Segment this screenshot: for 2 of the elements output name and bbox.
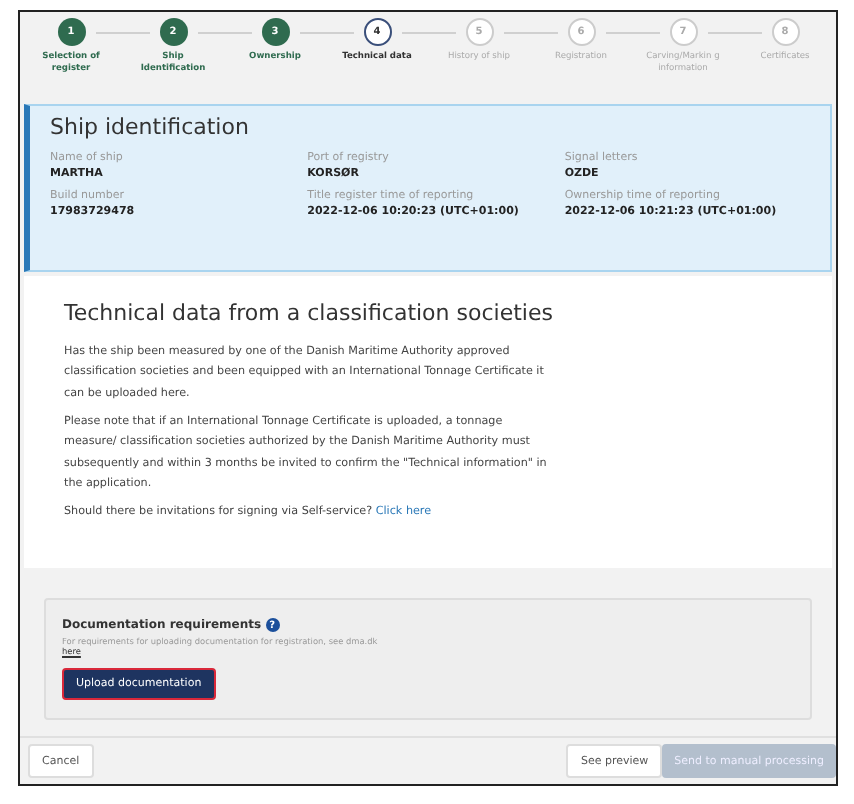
section-title: Technical data from a classification societies bbox=[64, 300, 555, 326]
card-title: Ship identification bbox=[50, 114, 251, 140]
